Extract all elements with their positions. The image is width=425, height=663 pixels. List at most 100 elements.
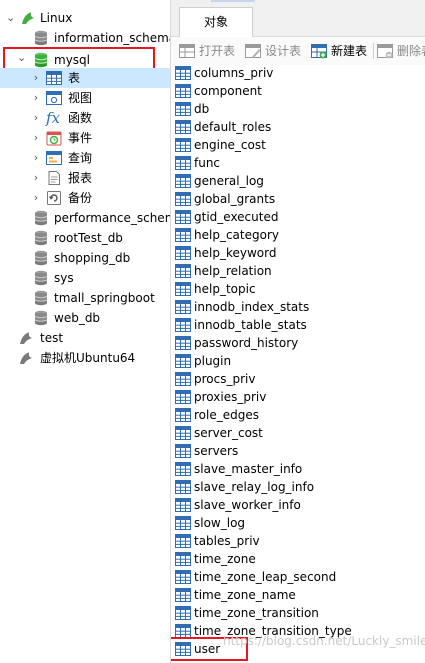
database-icon — [34, 210, 48, 226]
table-name: db — [194, 102, 210, 116]
table-icon — [175, 101, 191, 117]
table-name: slow_log — [194, 516, 246, 530]
table-icon — [175, 515, 191, 531]
tree-item-backups[interactable]: › 备份 — [0, 188, 170, 208]
table-icon — [175, 569, 191, 585]
chevron-right-icon[interactable]: › — [32, 172, 40, 183]
table-icon — [175, 533, 191, 549]
tree-item-queries[interactable]: › 查询 — [0, 148, 170, 168]
tree-label: information_schema — [54, 31, 170, 45]
table-name: func — [194, 156, 221, 170]
tree-label: 报表 — [68, 171, 93, 185]
table-name: general_log — [194, 174, 264, 188]
navigation-tree: ⌄ Linux information_schema ⌄ mysql › 表 ›… — [0, 0, 170, 663]
tree-label: 表 — [68, 71, 81, 85]
tree-connection-test[interactable]: test — [0, 328, 170, 348]
table-name: slave_worker_info — [194, 498, 301, 512]
table-icon — [175, 65, 191, 81]
tab-objects[interactable]: 对象 — [179, 7, 253, 37]
delete-table-icon — [377, 44, 393, 59]
table-name: role_edges — [194, 408, 259, 422]
chevron-right-icon[interactable]: › — [32, 132, 40, 143]
chevron-down-icon[interactable]: ⌄ — [6, 12, 15, 23]
table-name: time_zone_transition — [194, 606, 319, 620]
database-icon — [34, 270, 48, 286]
mysql-connection-icon — [20, 10, 36, 26]
table-icon — [175, 227, 191, 243]
table-icon — [175, 335, 191, 351]
tree-connection-vm[interactable]: 虚拟机Ubuntu64 — [0, 348, 170, 368]
chevron-right-icon[interactable]: › — [32, 192, 40, 203]
table-name: global_grants — [194, 192, 276, 206]
tree-db-roottest[interactable]: rootTest_db — [0, 228, 170, 248]
chevron-right-icon[interactable]: › — [32, 92, 40, 103]
tree-label: performance_schema — [54, 211, 170, 225]
open-table-icon — [179, 44, 195, 58]
tree-label: 备份 — [68, 191, 93, 205]
new-table-icon — [311, 44, 327, 59]
database-icon — [34, 290, 48, 306]
tab-label: 对象 — [203, 15, 228, 29]
tree-label: test — [40, 331, 64, 345]
tree-item-reports[interactable]: › 报表 — [0, 168, 170, 188]
event-clock-icon — [46, 131, 62, 146]
table-name: engine_cost — [194, 138, 266, 152]
table-name: help_topic — [194, 282, 256, 296]
table-icon — [175, 299, 191, 315]
table-name: innodb_index_stats — [194, 300, 310, 314]
tree-label: 查询 — [68, 151, 93, 165]
mysql-connection-icon — [18, 350, 34, 366]
table-name: default_roles — [194, 120, 272, 134]
tree-item-functions[interactable]: › fx 函数 — [0, 108, 170, 128]
watermark: https://blog.csdn.net/Luckly_smile — [223, 634, 425, 648]
view-icon — [46, 91, 62, 105]
backup-icon — [47, 191, 61, 205]
table-icon — [175, 443, 191, 459]
table-icon — [175, 497, 191, 513]
database-icon — [34, 250, 48, 266]
table-name: server_cost — [194, 426, 263, 440]
table-icon — [175, 461, 191, 477]
tree-label: 虚拟机Ubuntu64 — [40, 351, 136, 365]
tree-label: Linux — [40, 11, 73, 25]
database-icon — [34, 30, 48, 46]
table-name: help_keyword — [194, 246, 277, 260]
database-icon — [34, 230, 48, 246]
table-name: time_zone_leap_second — [194, 570, 337, 584]
toolbar-separator — [373, 43, 374, 59]
tree-db-shopping[interactable]: shopping_db — [0, 248, 170, 268]
table-icon — [175, 83, 191, 99]
tree-label: 视图 — [68, 91, 93, 105]
chevron-right-icon[interactable]: › — [32, 152, 40, 163]
table-name: servers — [194, 444, 239, 458]
tree-db-tmall[interactable]: tmall_springboot — [0, 288, 170, 308]
table-icon — [175, 245, 191, 261]
chevron-right-icon[interactable]: › — [32, 112, 40, 123]
table-icon — [46, 70, 62, 86]
table-icon — [175, 479, 191, 495]
chevron-right-icon[interactable]: › — [32, 72, 40, 83]
report-icon — [48, 171, 60, 185]
database-icon — [34, 310, 48, 326]
tree-db-sys[interactable]: sys — [0, 268, 170, 288]
design-table-icon — [245, 44, 261, 58]
tree-connection-linux[interactable]: ⌄ Linux — [4, 8, 170, 28]
tree-db-web[interactable]: web_db — [0, 308, 170, 328]
tree-item-events[interactable]: › 事件 — [0, 128, 170, 148]
tree-label: web_db — [54, 311, 101, 325]
tree-db-information-schema[interactable]: information_schema — [0, 28, 170, 48]
table-icon — [175, 425, 191, 441]
table-icon — [175, 371, 191, 387]
table-name: plugin — [194, 354, 232, 368]
table-name: slave_master_info — [194, 462, 303, 476]
tree-item-views[interactable]: › 视图 — [0, 88, 170, 108]
tab-bar: 对象 — [171, 0, 425, 37]
table-name: gtid_executed — [194, 210, 279, 224]
table-icon — [175, 281, 191, 297]
table-icon — [175, 551, 191, 567]
table-name: tables_priv — [194, 534, 260, 548]
tree-item-tables[interactable]: › 表 — [0, 68, 170, 88]
function-icon: fx — [46, 109, 61, 127]
tree-db-performance-schema[interactable]: performance_schema — [0, 208, 170, 228]
table-name: time_zone — [194, 552, 256, 566]
